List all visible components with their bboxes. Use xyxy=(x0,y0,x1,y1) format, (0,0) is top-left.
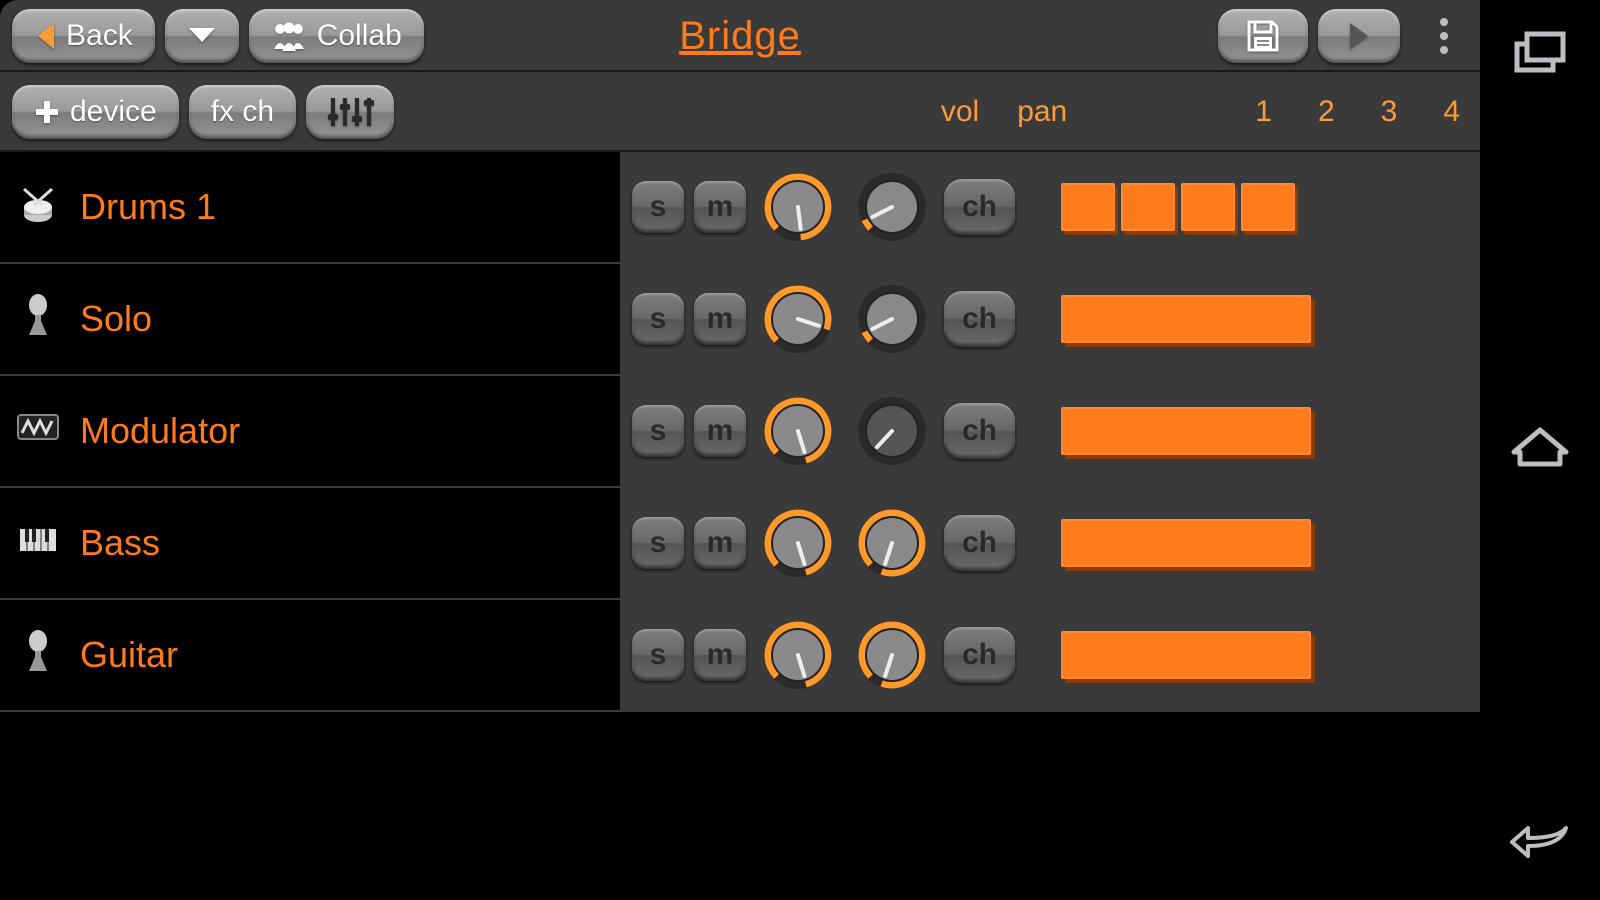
wave-icon xyxy=(14,403,62,460)
pattern-row xyxy=(1061,631,1311,679)
page-title[interactable]: Bridge xyxy=(679,14,801,59)
android-back-icon[interactable] xyxy=(1508,820,1572,860)
col-num-3: 3 xyxy=(1381,95,1398,129)
pattern-block[interactable] xyxy=(1121,183,1175,231)
pattern-row xyxy=(1061,407,1311,455)
col-num-2: 2 xyxy=(1318,95,1335,129)
track-name[interactable]: Modulator xyxy=(0,403,620,460)
add-device-label: device xyxy=(70,95,157,129)
track-name[interactable]: Guitar xyxy=(0,627,620,684)
track-row: Drums 1 s m ch xyxy=(0,152,1480,264)
mute-button[interactable]: m xyxy=(694,629,746,681)
back-arrow-icon xyxy=(34,21,56,51)
pan-knob[interactable] xyxy=(850,501,934,585)
volume-knob[interactable] xyxy=(756,613,840,697)
volume-knob[interactable] xyxy=(756,501,840,585)
collab-label: Collab xyxy=(317,19,402,53)
save-button[interactable] xyxy=(1218,9,1308,63)
play-icon xyxy=(1346,21,1372,51)
track-label: Drums 1 xyxy=(80,186,216,228)
piano-icon xyxy=(14,515,62,572)
track-row: Solo s m ch xyxy=(0,264,1480,376)
vol-header: vol xyxy=(941,95,979,129)
solo-button[interactable]: s xyxy=(632,181,684,233)
fx-channel-button[interactable]: fx ch xyxy=(189,85,296,139)
dropdown-button[interactable] xyxy=(165,9,239,63)
track-name[interactable]: Drums 1 xyxy=(0,179,620,236)
people-icon xyxy=(271,21,307,51)
track-label: Bass xyxy=(80,522,160,564)
chevron-down-icon xyxy=(187,26,217,46)
pattern-row xyxy=(1061,183,1295,231)
pan-knob[interactable] xyxy=(850,613,934,697)
channel-button[interactable]: ch xyxy=(944,291,1015,347)
overflow-menu-button[interactable] xyxy=(1420,18,1468,54)
fxch-label: fx ch xyxy=(211,95,274,129)
mic-icon xyxy=(14,627,62,684)
volume-knob[interactable] xyxy=(756,389,840,473)
pan-knob[interactable] xyxy=(850,165,934,249)
sliders-icon xyxy=(324,94,376,130)
track-row: Guitar s m ch xyxy=(0,600,1480,712)
track-label: Guitar xyxy=(80,634,178,676)
channel-button[interactable]: ch xyxy=(944,403,1015,459)
channel-button[interactable]: ch xyxy=(944,627,1015,683)
top-bar: Back Collab Bridge xyxy=(0,0,1480,72)
track-row: Bass s m ch xyxy=(0,488,1480,600)
mixer-button[interactable] xyxy=(306,85,394,139)
track-label: Solo xyxy=(80,298,152,340)
track-label: Modulator xyxy=(80,410,240,452)
col-num-1: 1 xyxy=(1255,95,1272,129)
pattern-row xyxy=(1061,519,1311,567)
save-icon xyxy=(1246,19,1280,53)
drums-icon xyxy=(14,179,62,236)
pattern-block[interactable] xyxy=(1061,183,1115,231)
collab-button[interactable]: Collab xyxy=(249,9,424,63)
channel-button[interactable]: ch xyxy=(944,179,1015,235)
pan-knob[interactable] xyxy=(850,389,934,473)
solo-button[interactable]: s xyxy=(632,405,684,457)
solo-button[interactable]: s xyxy=(632,629,684,681)
back-label: Back xyxy=(66,19,133,53)
home-icon[interactable] xyxy=(1510,424,1570,470)
android-nav-bar xyxy=(1480,0,1600,900)
pattern-block[interactable] xyxy=(1241,183,1295,231)
track-list: Drums 1 s m ch Solo s m xyxy=(0,152,1480,900)
track-name[interactable]: Solo xyxy=(0,291,620,348)
channel-button[interactable]: ch xyxy=(944,515,1015,571)
mute-button[interactable]: m xyxy=(694,517,746,569)
col-num-4: 4 xyxy=(1443,95,1460,129)
pattern-block[interactable] xyxy=(1061,295,1311,343)
recent-apps-icon[interactable] xyxy=(1513,30,1567,74)
plus-icon xyxy=(34,99,60,125)
mic-icon xyxy=(14,291,62,348)
pattern-block[interactable] xyxy=(1061,631,1311,679)
pattern-block[interactable] xyxy=(1061,519,1311,567)
pan-knob[interactable] xyxy=(850,277,934,361)
track-row: Modulator s m ch xyxy=(0,376,1480,488)
add-device-button[interactable]: device xyxy=(12,85,179,139)
mute-button[interactable]: m xyxy=(694,293,746,345)
solo-button[interactable]: s xyxy=(632,293,684,345)
volume-knob[interactable] xyxy=(756,277,840,361)
mute-button[interactable]: m xyxy=(694,181,746,233)
mute-button[interactable]: m xyxy=(694,405,746,457)
pattern-block[interactable] xyxy=(1061,407,1311,455)
pattern-row xyxy=(1061,295,1311,343)
back-button[interactable]: Back xyxy=(12,9,155,63)
solo-button[interactable]: s xyxy=(632,517,684,569)
pan-header: pan xyxy=(1017,95,1067,129)
pattern-block[interactable] xyxy=(1181,183,1235,231)
volume-knob[interactable] xyxy=(756,165,840,249)
play-button[interactable] xyxy=(1318,9,1400,63)
track-name[interactable]: Bass xyxy=(0,515,620,572)
sub-bar: device fx ch vol pan 1 2 3 xyxy=(0,72,1480,152)
